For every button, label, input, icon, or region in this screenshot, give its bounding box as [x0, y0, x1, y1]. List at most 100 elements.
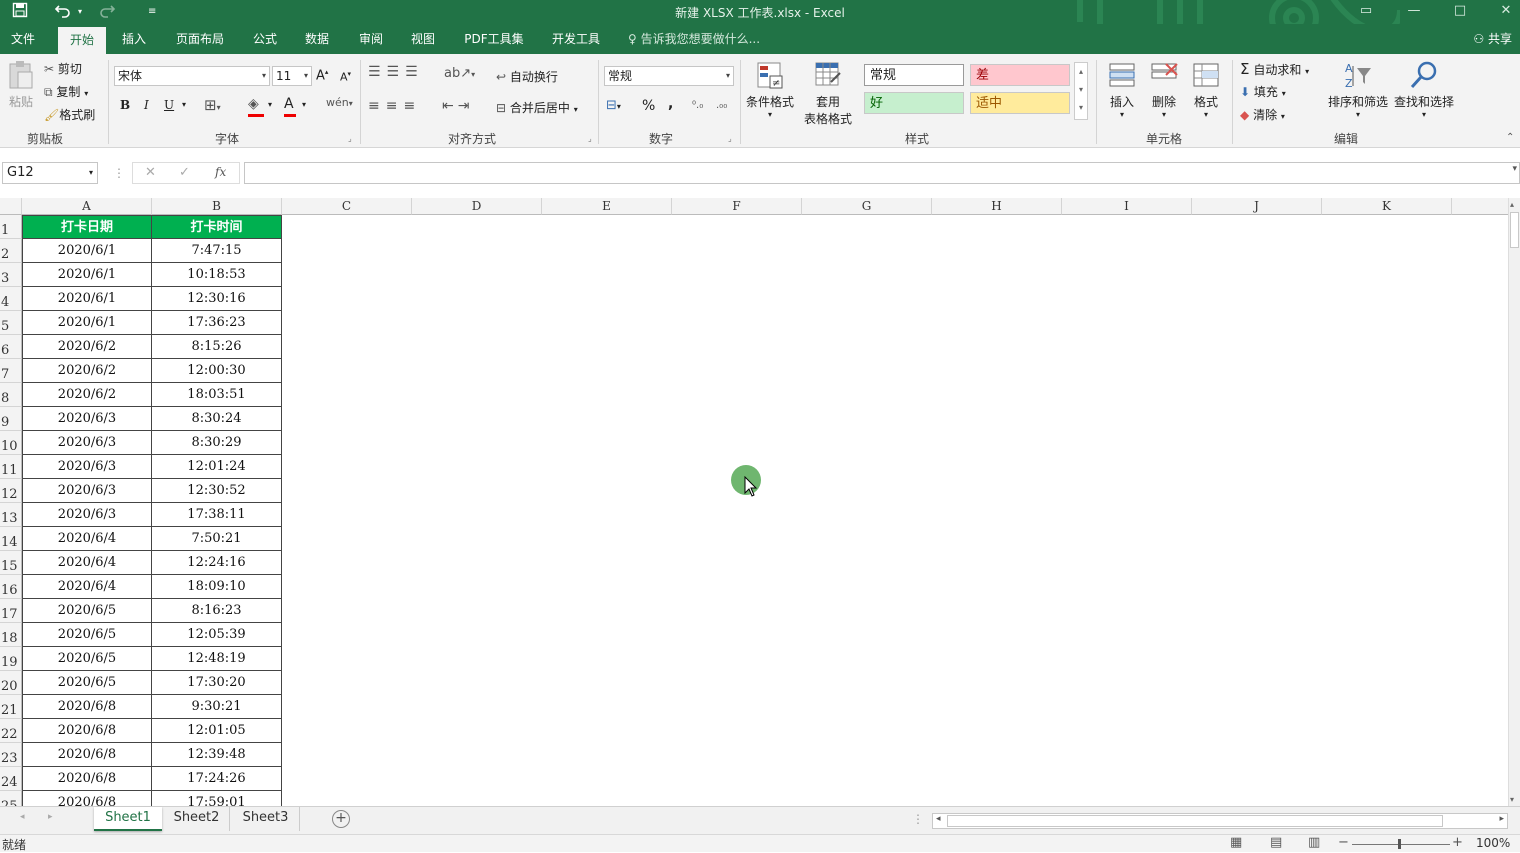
cell-time[interactable]: 17:38:11 — [152, 503, 282, 527]
vertical-scrollbar[interactable]: ▴ ▾ — [1508, 198, 1520, 806]
cell-time[interactable]: 12:30:16 — [152, 287, 282, 311]
cell-date[interactable]: 2020/6/8 — [22, 743, 152, 767]
row-header[interactable]: 9 — [0, 407, 22, 431]
row-header[interactable]: 3 — [0, 263, 22, 287]
wrap-text-button[interactable]: ↩ 自动换行 — [496, 68, 558, 85]
scroll-up-icon[interactable]: ▴ — [1510, 200, 1514, 209]
number-dialog-launcher-icon[interactable]: ⌟ — [728, 134, 732, 143]
copy-button[interactable]: ⧉ 复制 ▾ — [44, 83, 88, 100]
tell-me-box[interactable]: ♀ 告诉我您想要做什么... — [628, 24, 760, 54]
scroll-down-icon[interactable]: ▾ — [1510, 795, 1514, 804]
column-header-d[interactable]: D — [412, 198, 542, 215]
vertical-align-icons[interactable]: ☰☰☰ — [368, 64, 424, 80]
underline-button[interactable]: U — [164, 98, 174, 112]
cell-date[interactable]: 2020/6/5 — [22, 671, 152, 695]
font-color-icon[interactable]: A — [284, 96, 296, 117]
maximize-icon[interactable]: □ — [1440, 1, 1480, 21]
cut-button[interactable]: ✂ 剪切 — [44, 60, 82, 77]
format-painter-button[interactable]: 🖌格式刷 — [44, 106, 95, 123]
row-header[interactable]: 10 — [0, 431, 22, 455]
worksheet-grid[interactable]: A B C D E F G H I J K 1 2 3 4 5 6 7 8 9 10 11 12 13 1… — [0, 198, 1508, 806]
cell-date[interactable]: 2020/6/4 — [22, 551, 152, 575]
cell-date[interactable]: 2020/6/8 — [22, 719, 152, 743]
row-header[interactable]: 7 — [0, 359, 22, 383]
ribbon-display-icon[interactable]: ▭ — [1346, 1, 1386, 21]
fill-color-dropdown-icon[interactable]: ▾ — [268, 100, 272, 109]
row-header[interactable]: 8 — [0, 383, 22, 407]
cell-time[interactable]: 8:30:29 — [152, 431, 282, 455]
merge-center-button[interactable]: ⊟ 合并后居中 ▾ — [496, 99, 578, 116]
cell-time[interactable]: 12:39:48 — [152, 743, 282, 767]
tab-pdf-tools[interactable]: PDF工具集 — [456, 24, 532, 54]
font-dialog-launcher-icon[interactable]: ⌟ — [348, 134, 352, 143]
column-header-b[interactable]: B — [152, 198, 282, 215]
row-header[interactable]: 13 — [0, 503, 22, 527]
insert-function-icon[interactable]: fx — [215, 165, 226, 179]
column-header-j[interactable]: J — [1192, 198, 1322, 215]
cell-date[interactable]: 2020/6/1 — [22, 263, 152, 287]
select-all-corner[interactable] — [0, 198, 22, 215]
cell-time[interactable]: 9:30:21 — [152, 695, 282, 719]
horizontal-align-icons[interactable]: ≡≡≡ — [368, 98, 421, 114]
conditional-formatting-button[interactable]: ≠ 条件格式 ▾ — [746, 60, 794, 119]
cell-time[interactable]: 17:36:23 — [152, 311, 282, 335]
cell-time[interactable]: 7:50:21 — [152, 527, 282, 551]
row-header[interactable]: 21 — [0, 695, 22, 719]
row-header[interactable]: 25 — [0, 791, 22, 806]
column-header-k[interactable]: K — [1322, 198, 1452, 215]
zoom-level[interactable]: 100% — [1476, 836, 1510, 850]
insert-cells-button[interactable]: 插入 ▾ — [1104, 60, 1140, 119]
zoom-slider[interactable] — [1352, 844, 1450, 845]
increase-decimal-icon[interactable]: ⁰.₀ — [692, 100, 703, 111]
tab-page-layout[interactable]: 页面布局 — [166, 24, 234, 54]
header-cell-date[interactable]: 打卡日期 — [22, 215, 152, 239]
share-button[interactable]: ⚇ 共享 — [1473, 24, 1512, 54]
fill-button[interactable]: ⬇ 填充 ▾ — [1240, 83, 1286, 100]
zoom-in-icon[interactable]: + — [1452, 835, 1463, 850]
font-name-combo[interactable]: 宋体 ▾ — [114, 66, 270, 86]
column-header-g[interactable]: G — [802, 198, 932, 215]
horizontal-scrollbar[interactable]: ◂ ▸ — [932, 813, 1508, 829]
style-neutral[interactable]: 适中 — [970, 92, 1070, 114]
bold-button[interactable]: B — [120, 98, 130, 112]
sheet-tab-3[interactable]: Sheet3 — [232, 807, 300, 831]
cell-date[interactable]: 2020/6/4 — [22, 575, 152, 599]
style-good[interactable]: 好 — [864, 92, 964, 114]
number-format-combo[interactable]: 常规 ▾ — [604, 66, 734, 86]
row-header[interactable]: 16 — [0, 575, 22, 599]
font-size-combo[interactable]: 11 ▾ — [272, 66, 312, 86]
tab-insert[interactable]: 插入 — [112, 24, 156, 54]
cell-date[interactable]: 2020/6/2 — [22, 335, 152, 359]
italic-button[interactable]: I — [144, 98, 149, 112]
row-header[interactable]: 18 — [0, 623, 22, 647]
row-header[interactable]: 24 — [0, 767, 22, 791]
cell-time[interactable]: 10:18:53 — [152, 263, 282, 287]
row-header[interactable]: 12 — [0, 479, 22, 503]
enter-formula-icon[interactable]: ✓ — [179, 165, 190, 180]
autosum-button[interactable]: Σ 自动求和 ▾ — [1240, 60, 1309, 78]
shrink-font-icon[interactable]: A▾ — [340, 70, 351, 84]
cell-date[interactable]: 2020/6/3 — [22, 431, 152, 455]
cell-time[interactable]: 12:01:24 — [152, 455, 282, 479]
cell-time[interactable]: 18:09:10 — [152, 575, 282, 599]
row-header[interactable]: 17 — [0, 599, 22, 623]
cell-time[interactable]: 17:30:20 — [152, 671, 282, 695]
row-header[interactable]: 2 — [0, 239, 22, 263]
cell-date[interactable]: 2020/6/8 — [22, 767, 152, 791]
cell-date[interactable]: 2020/6/3 — [22, 479, 152, 503]
vertical-scroll-thumb[interactable] — [1510, 212, 1519, 248]
style-bad[interactable]: 差 — [970, 64, 1070, 86]
column-header-a[interactable]: A — [22, 198, 152, 215]
zoom-out-icon[interactable]: − — [1338, 835, 1349, 850]
cell-date[interactable]: 2020/6/8 — [22, 695, 152, 719]
fill-color-icon[interactable]: ◈ — [248, 96, 264, 117]
cell-date[interactable]: 2020/6/5 — [22, 623, 152, 647]
row-header[interactable]: 4 — [0, 287, 22, 311]
cell-date[interactable]: 2020/6/5 — [22, 599, 152, 623]
page-layout-view-icon[interactable]: ▤ — [1270, 835, 1282, 850]
cell-time[interactable]: 8:30:24 — [152, 407, 282, 431]
sort-filter-button[interactable]: AZ 排序和筛选 ▾ — [1326, 60, 1390, 119]
cell-date[interactable]: 2020/6/8 — [22, 791, 152, 806]
currency-icon[interactable]: ⊟▾ — [606, 98, 621, 113]
tab-data[interactable]: 数据 — [296, 24, 338, 54]
